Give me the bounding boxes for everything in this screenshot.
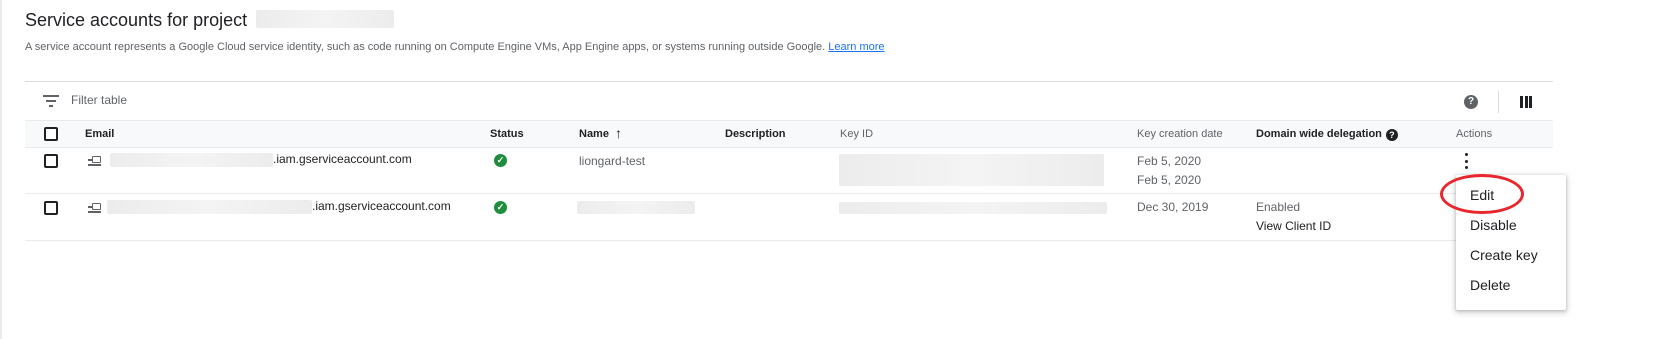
column-header-key-creation-date[interactable]: Key creation date bbox=[1137, 128, 1223, 140]
menu-item-delete[interactable]: Delete bbox=[1470, 277, 1510, 293]
key-creation-date: Feb 5, 2020 bbox=[1137, 173, 1202, 187]
redacted-email-prefix bbox=[107, 199, 312, 214]
toolbar-divider bbox=[1498, 91, 1499, 113]
column-header-key-id[interactable]: Key ID bbox=[840, 128, 873, 140]
service-account-icon bbox=[88, 202, 101, 213]
column-header-domain-wide-delegation[interactable]: Domain wide delegation? bbox=[1256, 128, 1398, 141]
delegation-status: Enabled bbox=[1256, 200, 1301, 214]
description-text: A service account represents a Google Cl… bbox=[25, 41, 826, 53]
column-header-actions: Actions bbox=[1456, 128, 1493, 140]
key-creation-date: Feb 5, 2020 bbox=[1137, 154, 1202, 168]
menu-item-disable[interactable]: Disable bbox=[1470, 217, 1517, 233]
table-row[interactable]: .iam.gserviceaccount.com ✓ liongard-test… bbox=[25, 148, 1553, 194]
column-header-name-label: Name bbox=[579, 128, 609, 140]
check-circle-icon: ✓ bbox=[494, 154, 507, 167]
column-header-domain-wide-delegation-label: Domain wide delegation bbox=[1256, 128, 1382, 140]
check-circle-icon: ✓ bbox=[494, 201, 507, 214]
email-suffix: .iam.gserviceaccount.com bbox=[312, 199, 451, 213]
filter-icon[interactable] bbox=[43, 95, 59, 109]
menu-item-create-key[interactable]: Create key bbox=[1470, 247, 1538, 263]
service-account-icon bbox=[88, 155, 101, 166]
email-cell[interactable]: .iam.gserviceaccount.com bbox=[107, 199, 451, 214]
redacted-name bbox=[577, 201, 695, 214]
column-display-icon[interactable] bbox=[1520, 96, 1532, 108]
row-checkbox[interactable] bbox=[44, 154, 58, 168]
view-client-id-link[interactable]: View Client ID bbox=[1256, 219, 1331, 233]
table-row[interactable]: .iam.gserviceaccount.com ✓ Dec 30, 2019 … bbox=[25, 194, 1553, 241]
key-creation-date: Dec 30, 2019 bbox=[1137, 200, 1209, 214]
menu-item-edit[interactable]: Edit bbox=[1470, 187, 1494, 203]
column-header-description[interactable]: Description bbox=[725, 128, 786, 140]
page-title: Service accounts for project bbox=[25, 10, 395, 31]
email-cell[interactable]: .iam.gserviceaccount.com bbox=[110, 152, 412, 167]
column-header-email[interactable]: Email bbox=[85, 128, 114, 140]
page-description: A service account represents a Google Cl… bbox=[25, 41, 885, 53]
name-cell: liongard-test bbox=[579, 154, 646, 168]
redacted-key-id bbox=[839, 202, 1107, 214]
table-header-row: Email Status Name ↑ Description Key ID Ke… bbox=[25, 121, 1553, 148]
redacted-email-prefix bbox=[110, 152, 273, 167]
redacted-key-id bbox=[839, 154, 1104, 186]
help-icon[interactable]: ? bbox=[1385, 129, 1398, 141]
left-border bbox=[0, 0, 2, 339]
email-suffix: .iam.gserviceaccount.com bbox=[273, 152, 412, 166]
table-toolbar: ? bbox=[25, 81, 1553, 121]
more-actions-icon[interactable] bbox=[1464, 153, 1468, 169]
sort-ascending-icon[interactable]: ↑ bbox=[615, 126, 622, 140]
learn-more-link[interactable]: Learn more bbox=[828, 41, 884, 53]
row-checkbox[interactable] bbox=[44, 201, 58, 215]
row-actions-menu: Edit Disable Create key Delete bbox=[1456, 175, 1566, 310]
help-icon[interactable]: ? bbox=[1464, 95, 1478, 109]
select-all-checkbox[interactable] bbox=[44, 127, 58, 141]
page-title-text: Service accounts for project bbox=[25, 10, 248, 30]
service-accounts-table: ? Email Status Name ↑ Description Key ID … bbox=[25, 81, 1553, 241]
column-header-name[interactable]: Name ↑ bbox=[579, 126, 622, 140]
filter-table-input[interactable] bbox=[71, 93, 371, 107]
redacted-project-name bbox=[256, 10, 395, 28]
column-header-status[interactable]: Status bbox=[490, 128, 524, 140]
